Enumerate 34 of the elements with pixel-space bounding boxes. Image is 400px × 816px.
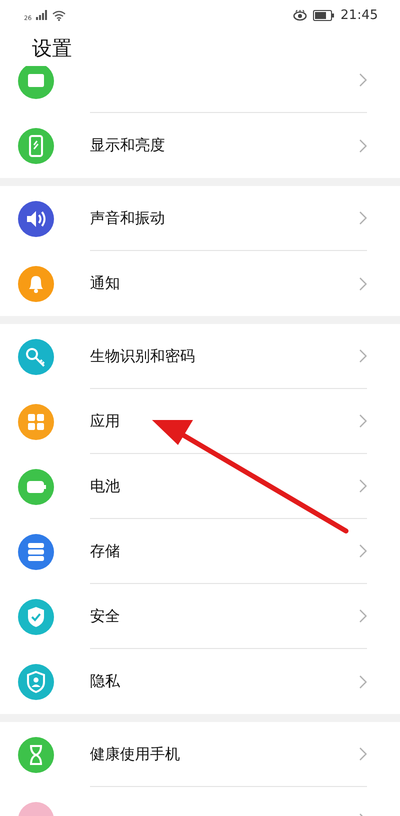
setting-label: 存储 xyxy=(90,542,120,560)
setting-label: 安全 xyxy=(90,606,120,626)
settings-item[interactable]: 隐私 xyxy=(0,649,400,714)
settings-item[interactable]: 生物识别和密码 xyxy=(0,324,400,389)
chevron-icon xyxy=(359,138,367,152)
chevron-icon xyxy=(359,544,367,558)
chevron-icon xyxy=(359,479,367,493)
chevron-icon xyxy=(359,414,367,428)
setting-label: 通知 xyxy=(90,274,120,293)
signal-icon xyxy=(36,10,48,20)
setting-label: 隐私 xyxy=(90,672,120,691)
chevron-icon xyxy=(359,73,367,87)
chevron-icon xyxy=(359,276,367,290)
wifi-icon xyxy=(52,10,66,20)
chevron-icon xyxy=(359,609,367,623)
battery-icon xyxy=(312,10,335,20)
setting-label: 生物识别和密码 xyxy=(90,346,195,366)
chevron-icon xyxy=(359,211,367,225)
chevron-icon xyxy=(359,747,367,761)
page-title: 设置 xyxy=(32,34,72,62)
chevron-icon xyxy=(359,674,367,688)
settings-item[interactable]: 电池 xyxy=(0,454,400,519)
eye-icon xyxy=(292,10,307,20)
setting-label: 应用 xyxy=(90,412,120,430)
setting-label: 电池 xyxy=(90,476,120,496)
settings-item[interactable]: 存储 xyxy=(0,519,400,584)
setting-label: 显示和亮度 xyxy=(90,136,165,155)
chevron-icon xyxy=(359,349,367,363)
settings-item[interactable]: 安全 xyxy=(0,584,400,649)
settings-item[interactable]: 声音和振动 xyxy=(0,186,400,251)
settings-item[interactable]: 通知 xyxy=(0,251,400,316)
setting-label: 声音和振动 xyxy=(90,208,165,228)
setting-label: 健康使用手机 xyxy=(90,744,180,764)
clock: 21:45 xyxy=(340,8,378,22)
